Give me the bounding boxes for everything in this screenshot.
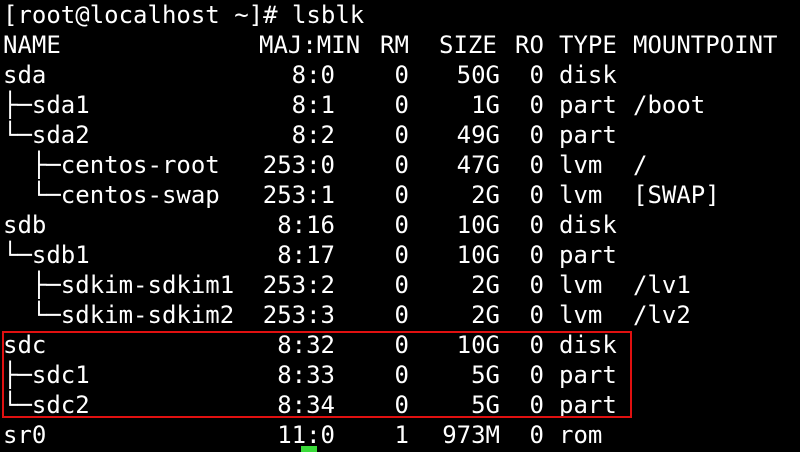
cell-name: ├─centos-root [3,151,220,179]
table-row: └─sda2 8:2 0 49G 0 part [3,120,800,150]
header-rm: RM [380,31,409,59]
cell-size: 47G [456,151,500,179]
table-row: sda 8:0 0 50G 0 disk [3,60,800,90]
header-name: NAME [3,31,61,59]
cell-mountpoint: /boot [633,91,706,119]
cell-majmin: 253:1 [262,181,335,209]
cell-name: sr0 [3,421,47,449]
cell-ro: 0 [529,271,544,299]
cell-name: └─sda2 [3,121,90,149]
cell-rm: 0 [394,61,409,89]
cell-rm: 0 [394,301,409,329]
cell-name: └─centos-swap [3,181,220,209]
cell-type: lvm [559,301,603,329]
cell-rm: 1 [394,421,409,449]
cell-majmin: 253:0 [262,151,335,179]
cell-ro: 0 [529,301,544,329]
cell-mountpoint: / [633,151,648,179]
cell-name: └─sdkim-sdkim2 [3,301,235,329]
header-majmin: MAJ:MIN [259,31,361,59]
cell-type: lvm [559,151,603,179]
cell-ro: 0 [529,241,544,269]
table-row: ├─sda1 8:1 0 1G 0 part/boot [3,90,800,120]
cell-name: sda [3,61,47,89]
cell-rm: 0 [394,271,409,299]
cell-ro: 0 [529,181,544,209]
table-row: └─centos-swap 253:1 0 2G 0 lvm [SWAP] [3,180,800,210]
cell-ro: 0 [529,121,544,149]
cell-majmin: 8:1 [291,91,335,119]
cell-mountpoint: /lv2 [633,301,691,329]
cell-type: lvm [559,181,603,209]
cell-rm: 0 [394,241,409,269]
header-type: TYPE [559,31,617,59]
cell-rm: 0 [394,91,409,119]
cell-majmin: 8:2 [291,121,335,149]
header-ro: RO [515,31,544,59]
cell-size: 2G [471,271,500,299]
cell-name: ├─sda1 [3,91,90,119]
cell-ro: 0 [529,211,544,239]
cell-ro: 0 [529,151,544,179]
table-row: ├─sdkim-sdkim1 253:2 0 2G 0 lvm/lv1 [3,270,800,300]
table-row: └─sdb1 8:17 0 10G 0 part [3,240,800,270]
cell-size: 973M [442,421,500,449]
cell-rm: 0 [394,121,409,149]
cell-size: 50G [456,61,500,89]
cell-name: sdb [3,211,47,239]
cell-name: └─sdb1 [3,241,90,269]
cell-size: 1G [471,91,500,119]
cell-type: part [559,121,617,149]
header-mountpoint: MOUNTPOINT [633,31,778,59]
command-prompt: [root@localhost ~]# lsblk [3,1,365,29]
cell-type: rom [559,421,603,449]
header-size: SIZE [439,31,497,59]
cell-type: disk [559,211,617,239]
terminal-cursor [301,446,317,452]
cell-majmin: 253:2 [262,271,335,299]
cell-mountpoint: /lv1 [633,271,691,299]
cell-mountpoint: [SWAP] [633,181,720,209]
cell-rm: 0 [394,211,409,239]
cell-majmin: 253:3 [262,301,335,329]
table-row: ├─centos-root 253:0 0 47G 0 lvm / [3,150,800,180]
cell-size: 10G [456,241,500,269]
cell-size: 2G [471,181,500,209]
cell-type: part [559,91,617,119]
table-header: NAME MAJ:MIN RM SIZE RO TYPE MOUNTPOINT [3,30,800,60]
table-row: └─sdkim-sdkim2 253:3 0 2G 0 lvm/lv2 [3,300,800,330]
cell-ro: 0 [529,61,544,89]
cell-type: part [559,241,617,269]
cell-rm: 0 [394,181,409,209]
cell-type: lvm [559,271,603,299]
cell-type: disk [559,61,617,89]
cell-size: 2G [471,301,500,329]
sdc-highlight-box [2,331,632,418]
cell-majmin: 8:16 [277,211,335,239]
cell-ro: 0 [529,91,544,119]
cell-size: 10G [456,211,500,239]
cell-size: 49G [456,121,500,149]
cell-majmin: 8:17 [277,241,335,269]
cell-majmin: 8:0 [291,61,335,89]
cell-ro: 0 [529,421,544,449]
table-row: sr0 11:0 1 973M 0 rom [3,420,800,450]
cell-rm: 0 [394,151,409,179]
terminal-window[interactable]: [root@localhost ~]# lsblk NAME MAJ:MIN R… [0,0,800,452]
table-row: sdb 8:16 0 10G 0 disk [3,210,800,240]
cell-name: ├─sdkim-sdkim1 [3,271,235,299]
